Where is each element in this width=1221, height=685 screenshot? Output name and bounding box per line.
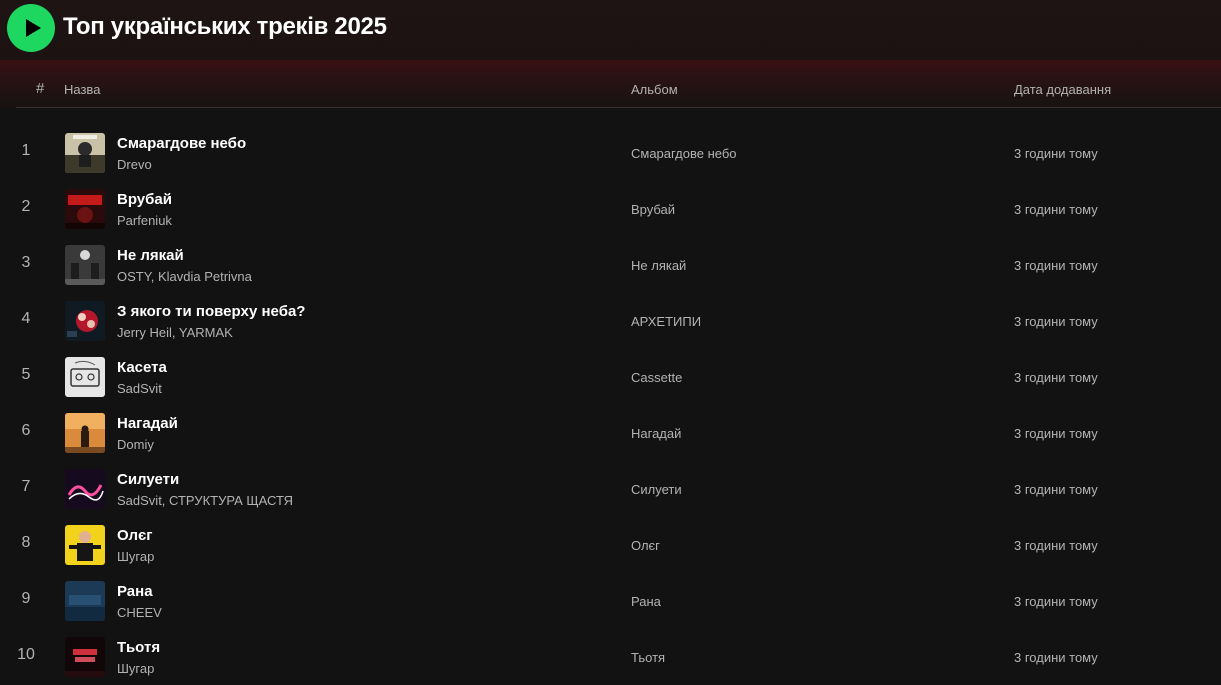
track-album[interactable]: Олєг bbox=[631, 538, 660, 553]
track-number: 8 bbox=[21, 534, 31, 551]
playlist-header: Топ українських треків 2025 bbox=[0, 0, 1221, 60]
column-album-header[interactable]: Альбом bbox=[631, 82, 678, 97]
album-cover-image bbox=[65, 469, 105, 509]
track-date-added: 3 години тому bbox=[1014, 538, 1098, 553]
album-cover-image bbox=[65, 189, 105, 229]
column-date-added-header[interactable]: Дата додавання bbox=[1014, 82, 1111, 97]
album-cover-image bbox=[65, 357, 105, 397]
track-artist[interactable]: SadSvit bbox=[117, 381, 162, 396]
track-artist[interactable]: Domiy bbox=[117, 437, 154, 452]
track-row[interactable]: 3 Не лякай OSTY, Klavdia Petrivna Не ляк… bbox=[0, 237, 1221, 293]
album-cover-image bbox=[65, 413, 105, 453]
track-album[interactable]: АРХЕТИПИ bbox=[631, 314, 701, 329]
header-divider bbox=[16, 107, 1221, 108]
album-cover-image bbox=[65, 133, 105, 173]
track-number: 6 bbox=[21, 422, 31, 439]
track-artist[interactable]: Шугар bbox=[117, 661, 154, 676]
track-artist[interactable]: Jerry Heil, YARMAK bbox=[117, 325, 233, 340]
track-row[interactable]: 6 Нагадай Domiy Нагадай 3 години тому bbox=[0, 405, 1221, 461]
column-number-header: # bbox=[36, 80, 45, 97]
track-date-added: 3 години тому bbox=[1014, 370, 1098, 385]
track-date-added: 3 години тому bbox=[1014, 482, 1098, 497]
track-title[interactable]: Не лякай bbox=[117, 247, 184, 264]
track-date-added: 3 години тому bbox=[1014, 258, 1098, 273]
track-album[interactable]: Cassette bbox=[631, 370, 682, 385]
track-list-header: # Назва Альбом Дата додавання bbox=[0, 60, 1221, 108]
track-title[interactable]: Олєг bbox=[117, 527, 153, 544]
play-button[interactable] bbox=[7, 4, 55, 52]
track-date-added: 3 години тому bbox=[1014, 426, 1098, 441]
column-title-header[interactable]: Назва bbox=[64, 82, 100, 97]
track-artist[interactable]: CHEEV bbox=[117, 605, 162, 620]
track-number: 1 bbox=[21, 142, 31, 159]
track-album[interactable]: Тьотя bbox=[631, 650, 665, 665]
track-title[interactable]: Врубай bbox=[117, 191, 172, 208]
track-row[interactable]: 7 Силуети SadSvit, СТРУКТУРА ЩАСТЯ Силуе… bbox=[0, 461, 1221, 517]
track-row[interactable]: 1 Смарагдове небо Drevo Смарагдове небо … bbox=[0, 125, 1221, 181]
album-cover-image bbox=[65, 525, 105, 565]
track-title[interactable]: З якого ти поверху неба? bbox=[117, 303, 305, 320]
track-row[interactable]: 8 Олєг Шугар Олєг 3 години тому bbox=[0, 517, 1221, 573]
track-date-added: 3 години тому bbox=[1014, 314, 1098, 329]
track-number: 5 bbox=[21, 366, 31, 383]
track-title[interactable]: Тьотя bbox=[117, 639, 160, 656]
track-number: 9 bbox=[21, 590, 31, 607]
track-title[interactable]: Смарагдове небо bbox=[117, 135, 246, 152]
track-row[interactable]: 10 Тьотя Шугар Тьотя 3 години тому bbox=[0, 629, 1221, 685]
track-title[interactable]: Нагадай bbox=[117, 415, 178, 432]
album-cover-image bbox=[65, 301, 105, 341]
track-artist[interactable]: Шугар bbox=[117, 549, 154, 564]
track-artist[interactable]: Drevo bbox=[117, 157, 152, 172]
track-album[interactable]: Смарагдове небо bbox=[631, 146, 737, 161]
track-row[interactable]: 5 Касета SadSvit Cassette 3 години тому bbox=[0, 349, 1221, 405]
track-number: 4 bbox=[21, 310, 31, 327]
track-title[interactable]: Рана bbox=[117, 583, 153, 600]
track-artist[interactable]: OSTY, Klavdia Petrivna bbox=[117, 269, 252, 284]
track-date-added: 3 години тому bbox=[1014, 146, 1098, 161]
track-date-added: 3 години тому bbox=[1014, 202, 1098, 217]
track-date-added: 3 години тому bbox=[1014, 650, 1098, 665]
track-title[interactable]: Касета bbox=[117, 359, 167, 376]
track-artist[interactable]: Parfeniuk bbox=[117, 213, 172, 228]
track-album[interactable]: Рана bbox=[631, 594, 661, 609]
track-row[interactable]: 2 Врубай Parfeniuk Врубай 3 години тому bbox=[0, 181, 1221, 237]
track-number: 2 bbox=[21, 198, 31, 215]
track-date-added: 3 години тому bbox=[1014, 594, 1098, 609]
track-number: 10 bbox=[17, 646, 35, 663]
track-row[interactable]: 4 З якого ти поверху неба? Jerry Heil, Y… bbox=[0, 293, 1221, 349]
album-cover-image bbox=[65, 245, 105, 285]
album-cover-image bbox=[65, 581, 105, 621]
track-number: 7 bbox=[21, 478, 31, 495]
playlist-title: Топ українських треків 2025 bbox=[63, 13, 387, 40]
track-number: 3 bbox=[21, 254, 31, 271]
track-artist[interactable]: SadSvit, СТРУКТУРА ЩАСТЯ bbox=[117, 493, 293, 508]
track-album[interactable]: Врубай bbox=[631, 202, 675, 217]
album-cover-image bbox=[65, 637, 105, 677]
track-album[interactable]: Нагадай bbox=[631, 426, 681, 441]
play-icon bbox=[25, 19, 41, 37]
track-row[interactable]: 9 Рана CHEEV Рана 3 години тому bbox=[0, 573, 1221, 629]
track-title[interactable]: Силуети bbox=[117, 471, 179, 488]
track-album[interactable]: Не лякай bbox=[631, 258, 686, 273]
track-album[interactable]: Силуети bbox=[631, 482, 682, 497]
